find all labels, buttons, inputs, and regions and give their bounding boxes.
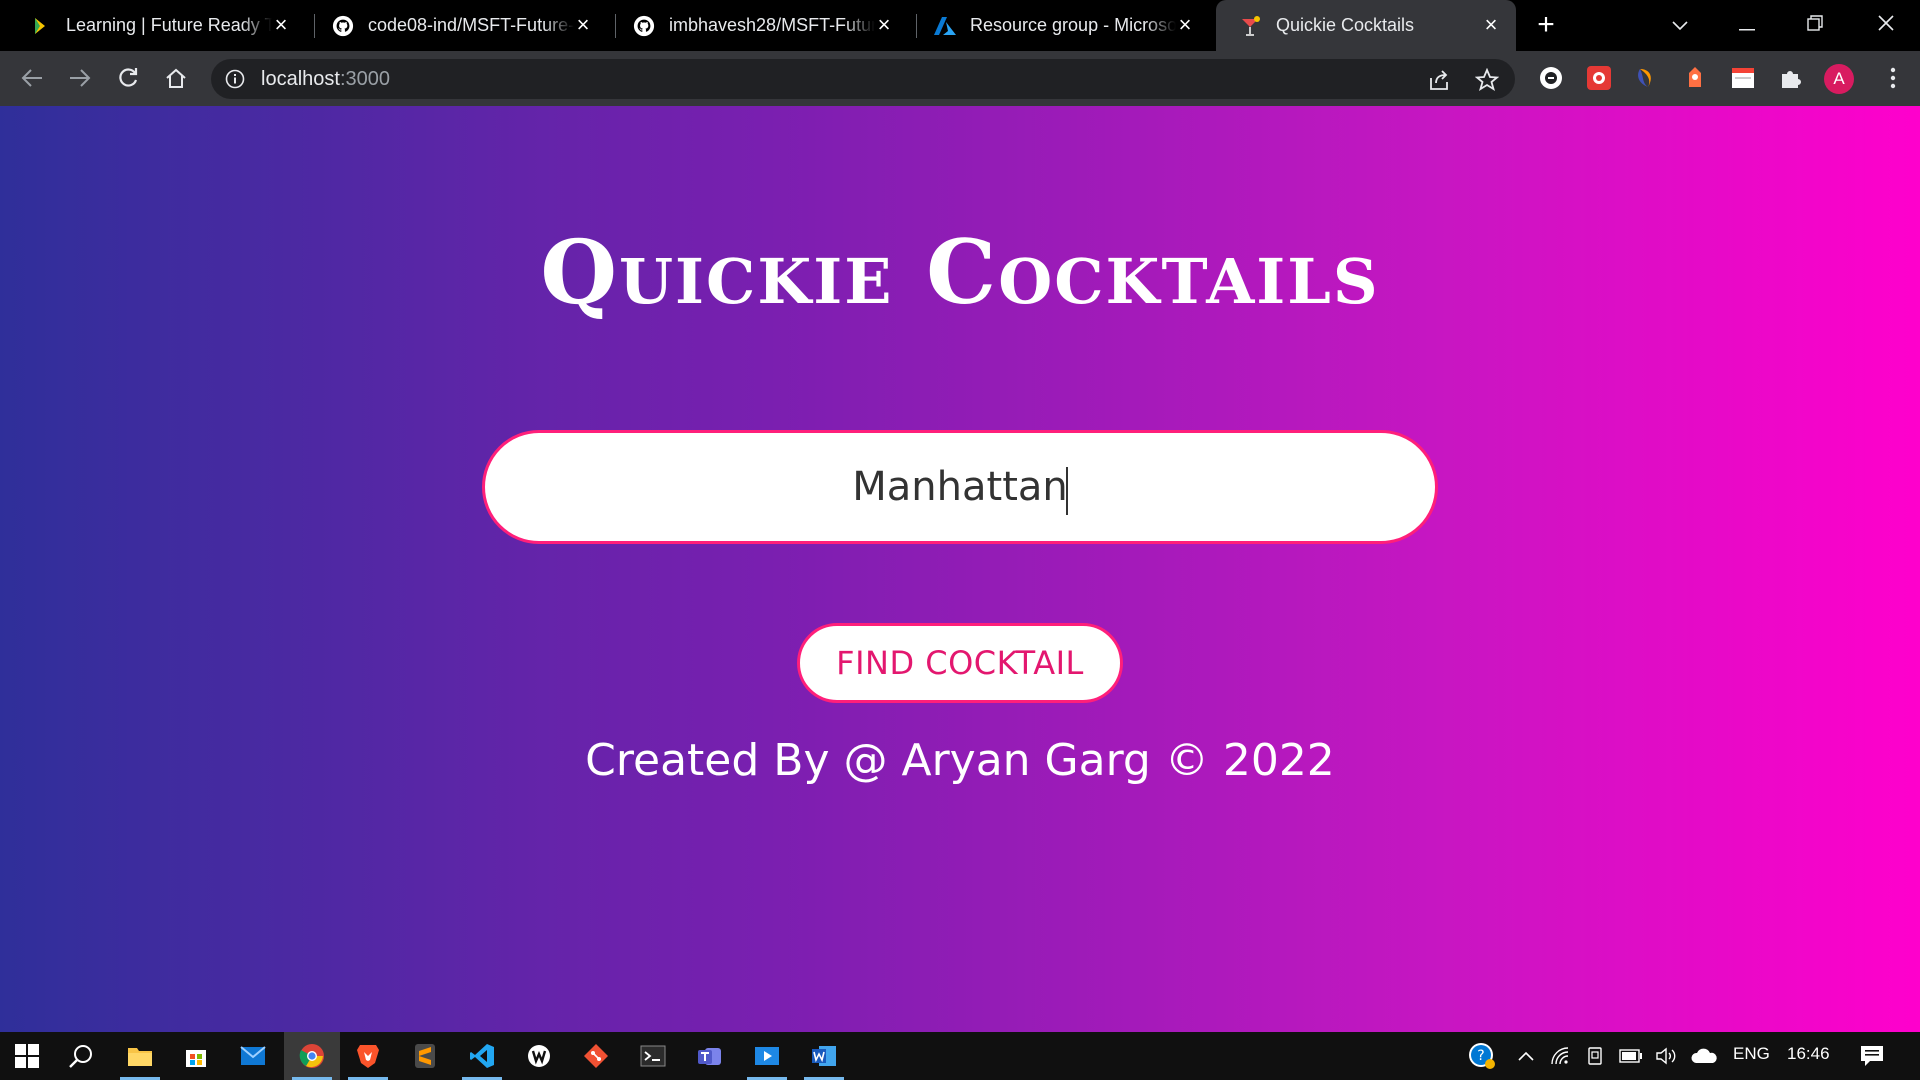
browser-tab-strip: Learning | Future Ready Ta × code08-ind/… [0,0,1920,51]
word-icon[interactable] [808,1040,840,1072]
file-explorer-icon[interactable] [124,1040,156,1072]
windows-start-icon[interactable] [11,1040,43,1072]
close-window-icon[interactable] [1866,8,1906,42]
chrome-icon[interactable] [296,1040,328,1072]
browser-toolbar: localhost:3000 [0,51,1920,106]
extension-icon-2[interactable] [1586,65,1612,91]
tab-title: Learning | Future Ready Ta [66,15,272,35]
media-player-icon[interactable] [751,1040,783,1072]
url-host: localhost [261,68,340,90]
forward-icon[interactable] [63,61,97,95]
tab-quickie-cocktails[interactable]: Quickie Cocktails × [1216,0,1516,51]
restore-icon[interactable] [1795,8,1835,42]
tab-close-icon[interactable]: × [1480,14,1502,36]
learning-icon [30,15,52,37]
tab-close-icon[interactable]: × [873,14,895,36]
teams-icon[interactable] [694,1040,726,1072]
device-icon[interactable] [1580,1040,1612,1072]
page-title: Quickie Cocktails [540,220,1380,324]
text-cursor [1066,467,1068,515]
tab-title: Quickie Cocktails [1276,15,1415,35]
site-info-icon[interactable] [225,69,245,94]
footer-credit: Created By @ Aryan Garg © 2022 [585,735,1335,786]
tab-imbhavesh[interactable]: imbhavesh28/MSFT-Futur × [609,0,909,51]
brave-icon[interactable] [352,1040,384,1072]
reload-icon[interactable] [111,61,145,95]
tab-code08[interactable]: code08-ind/MSFT-Future- × [308,0,608,51]
url-text: localhost:3000 [261,68,390,91]
tab-title: imbhavesh28/MSFT-Futur [669,15,875,35]
git-icon[interactable] [580,1040,612,1072]
tab-search-icon[interactable] [1660,8,1700,42]
extension-icon-5[interactable] [1730,65,1756,91]
sublime-text-icon[interactable] [409,1040,441,1072]
wifi-icon[interactable] [1545,1040,1577,1072]
profile-avatar[interactable]: A [1824,64,1854,94]
github-icon [633,15,655,37]
battery-icon[interactable] [1615,1040,1647,1072]
cocktail-icon [1240,15,1262,37]
help-icon[interactable]: ? [1466,1040,1498,1072]
svg-text:?: ? [1477,1048,1484,1064]
volume-icon[interactable] [1650,1040,1682,1072]
github-icon [332,15,354,37]
back-icon[interactable] [15,61,49,95]
new-tab-button[interactable]: + [1530,10,1562,42]
tab-azure[interactable]: Resource group - Microso × [910,0,1210,51]
azure-icon [934,15,956,37]
cocktail-search-box[interactable] [482,430,1438,544]
url-port: :3000 [339,68,390,90]
find-cocktail-button[interactable]: FIND COCKTAIL [797,623,1123,703]
minimize-icon[interactable] [1727,8,1767,42]
terminal-icon[interactable] [637,1040,669,1072]
share-icon[interactable] [1427,68,1451,92]
search-icon[interactable] [65,1040,97,1072]
windows-taskbar: ? ENG 16:46 [0,1032,1920,1080]
home-icon[interactable] [159,61,193,95]
tab-learning[interactable]: Learning | Future Ready Ta × [6,0,306,51]
language-indicator[interactable]: ENG [1733,1044,1770,1064]
clock[interactable]: 16:46 [1787,1044,1830,1064]
bookmark-star-icon[interactable] [1474,67,1500,92]
tab-title: Resource group - Microso [970,15,1176,35]
mail-icon[interactable] [237,1040,269,1072]
extensions-puzzle-icon[interactable] [1778,65,1804,91]
menu-kebab-icon[interactable] [1880,65,1906,91]
address-bar[interactable]: localhost:3000 [211,59,1515,99]
tab-title: code08-ind/MSFT-Future- [368,15,574,35]
app-icon-w[interactable] [523,1040,555,1072]
extension-icon-4[interactable] [1682,65,1708,91]
extension-icon-3[interactable] [1634,65,1660,91]
tab-close-icon[interactable]: × [572,14,594,36]
onedrive-icon[interactable] [1688,1040,1720,1072]
tab-close-icon[interactable]: × [270,14,292,36]
vscode-icon[interactable] [466,1040,498,1072]
show-hidden-icons-icon[interactable] [1510,1040,1542,1072]
tab-close-icon[interactable]: × [1174,14,1196,36]
microsoft-store-icon[interactable] [180,1040,212,1072]
notifications-icon[interactable] [1856,1040,1888,1072]
extension-icon-1[interactable] [1538,65,1564,91]
cocktail-search-input[interactable] [485,464,1435,510]
